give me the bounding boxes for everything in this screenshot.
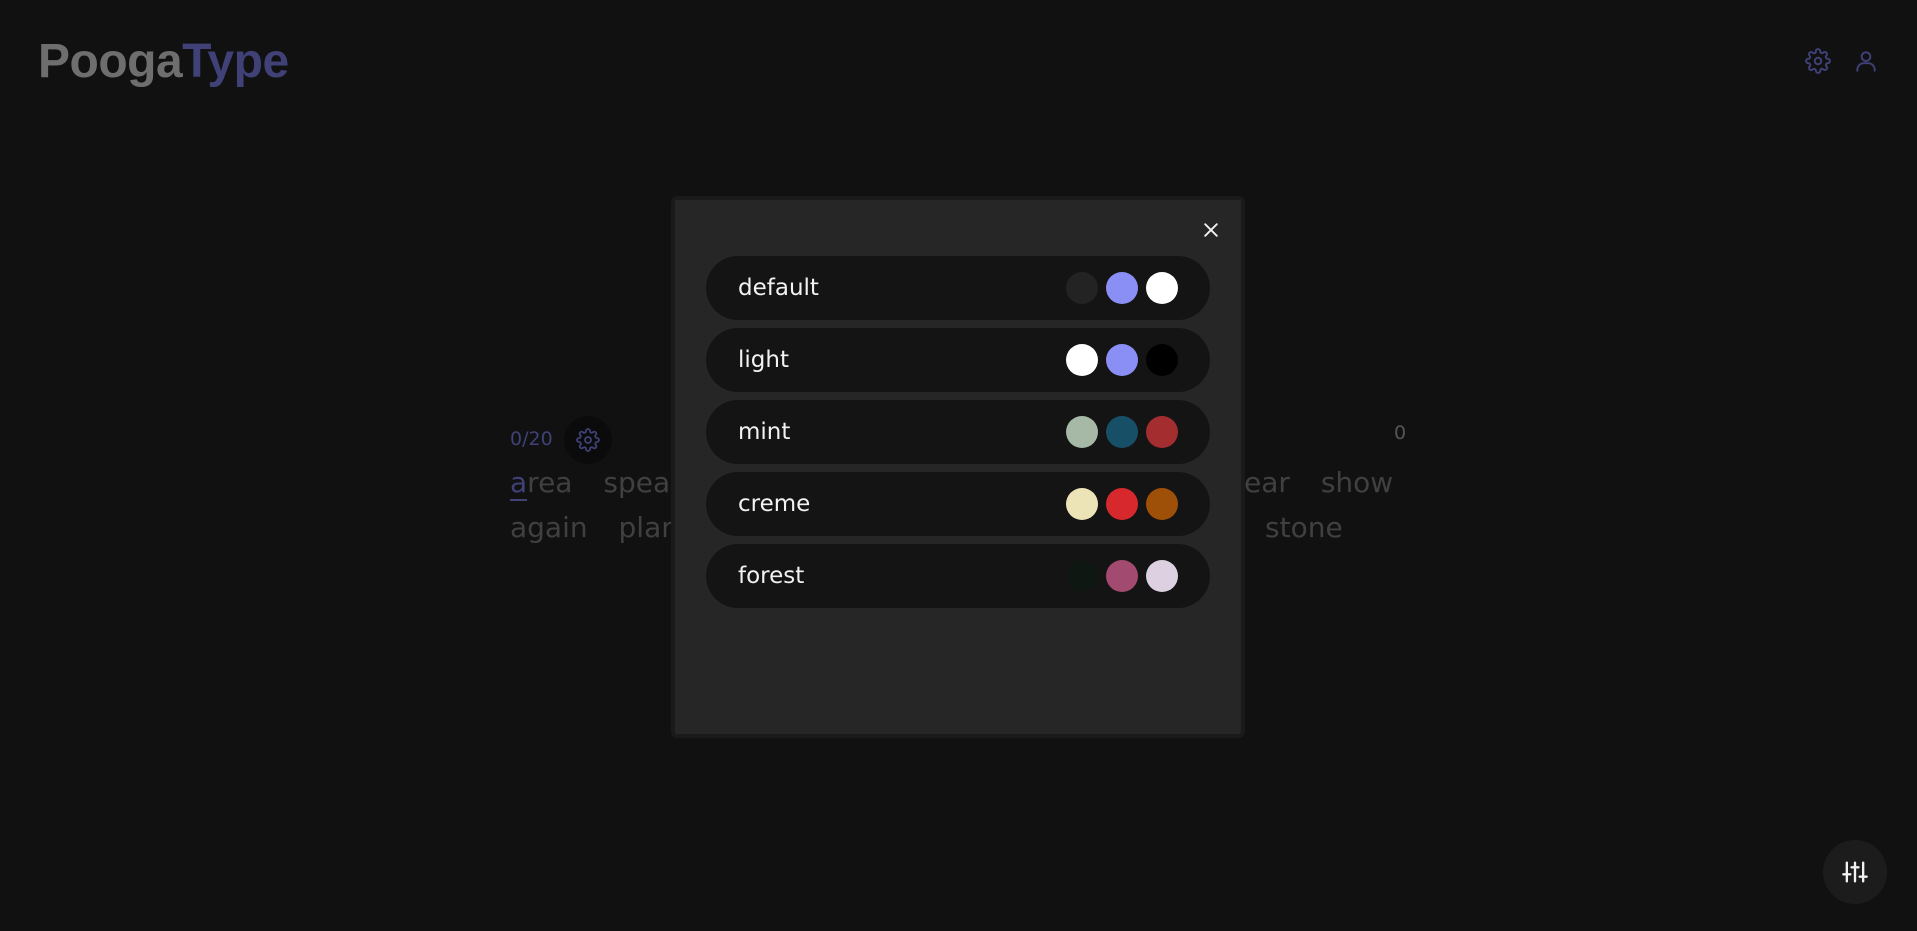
color-swatch — [1066, 416, 1098, 448]
theme-option-creme[interactable]: creme — [706, 472, 1210, 536]
theme-name: mint — [738, 419, 791, 445]
theme-option-light[interactable]: light — [706, 328, 1210, 392]
theme-option-default[interactable]: default — [706, 256, 1210, 320]
theme-modal: default light mint creme forest — [671, 196, 1245, 738]
color-swatch — [1106, 272, 1138, 304]
theme-name: light — [738, 347, 789, 373]
theme-option-forest[interactable]: forest — [706, 544, 1210, 608]
theme-swatches — [1066, 488, 1178, 520]
theme-option-mint[interactable]: mint — [706, 400, 1210, 464]
color-swatch — [1146, 416, 1178, 448]
color-swatch — [1106, 488, 1138, 520]
theme-name: forest — [738, 563, 805, 589]
theme-list: default light mint creme forest — [706, 256, 1210, 616]
theme-swatches — [1066, 560, 1178, 592]
theme-swatches — [1066, 416, 1178, 448]
color-swatch — [1146, 560, 1178, 592]
theme-swatches — [1066, 344, 1178, 376]
color-swatch — [1066, 272, 1098, 304]
theme-swatches — [1066, 272, 1178, 304]
color-swatch — [1146, 488, 1178, 520]
color-swatch — [1146, 272, 1178, 304]
color-swatch — [1106, 560, 1138, 592]
color-swatch — [1066, 560, 1098, 592]
color-swatch — [1146, 344, 1178, 376]
theme-name: creme — [738, 491, 811, 517]
color-swatch — [1066, 344, 1098, 376]
theme-name: default — [738, 275, 819, 301]
color-swatch — [1066, 488, 1098, 520]
close-icon[interactable] — [1197, 216, 1225, 244]
color-swatch — [1106, 416, 1138, 448]
color-swatch — [1106, 344, 1138, 376]
